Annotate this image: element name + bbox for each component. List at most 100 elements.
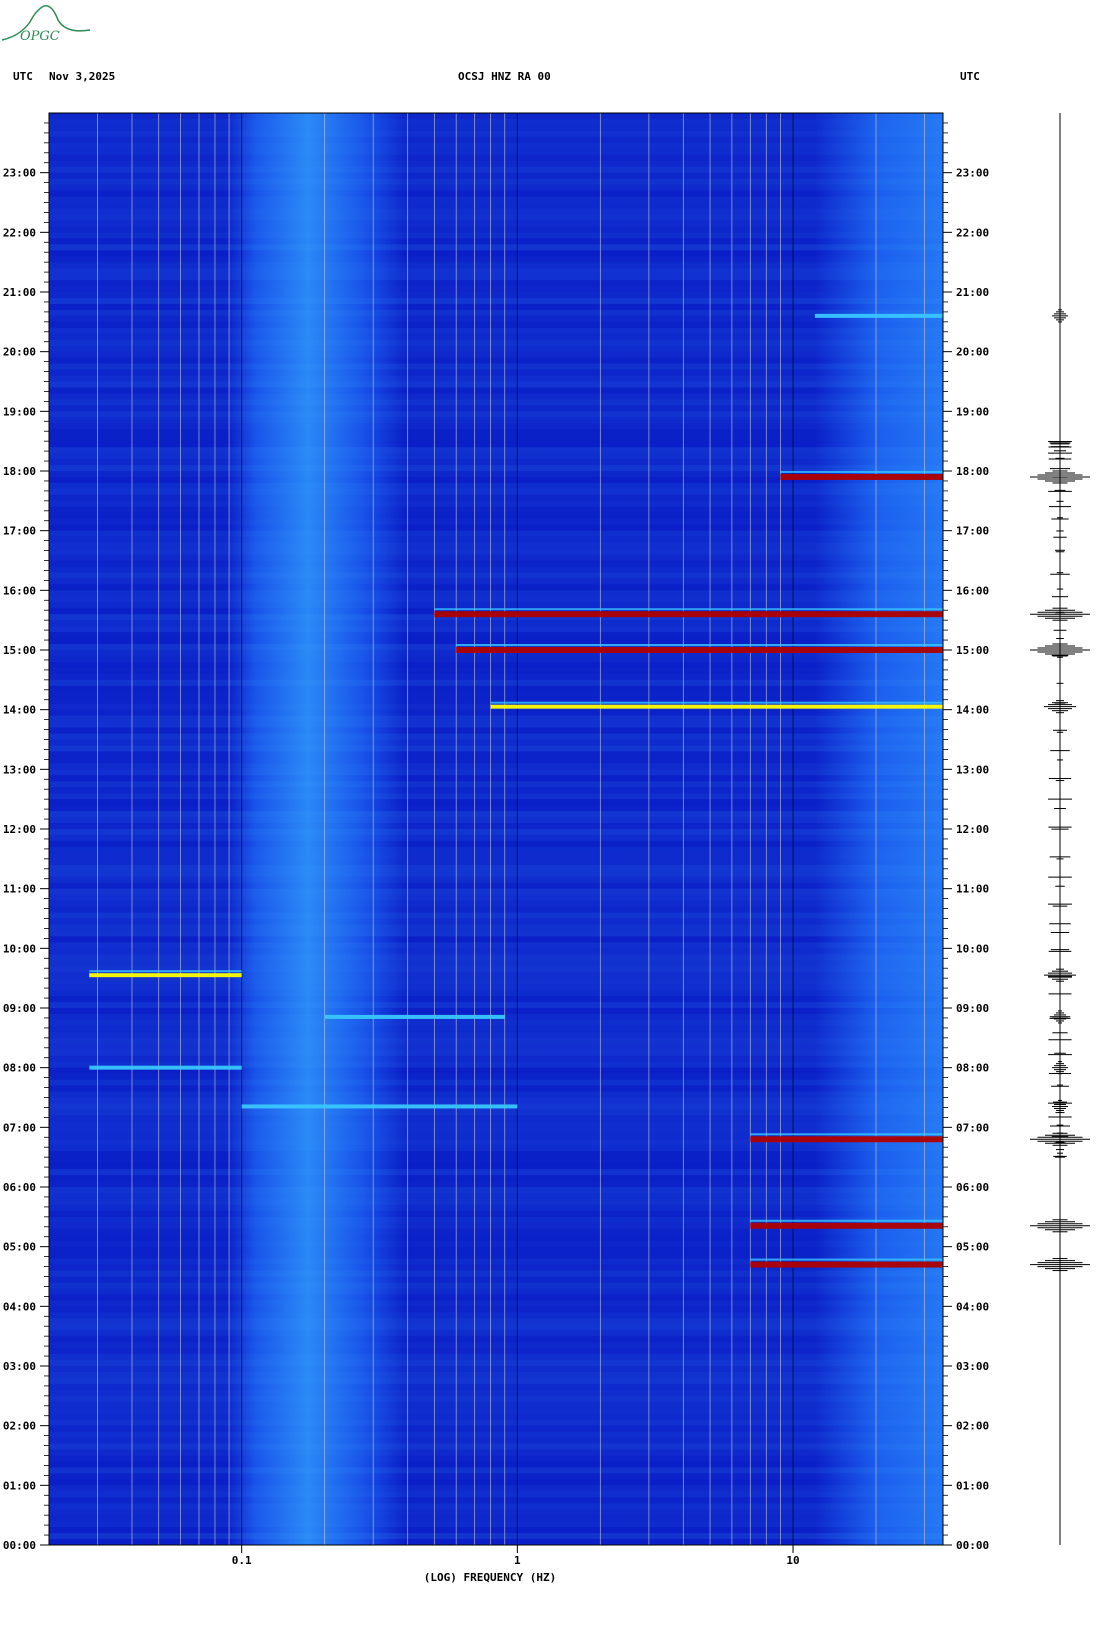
y-tick-label-right: 18:00 (956, 465, 989, 478)
texture-row (49, 488, 943, 495)
texture-row (49, 1204, 943, 1211)
texture-row (49, 214, 943, 221)
texture-row (49, 662, 943, 668)
texture-row (49, 417, 943, 424)
texture-row (49, 1360, 943, 1366)
y-tick-label-left: 08:00 (3, 1062, 36, 1075)
texture-row (49, 1049, 943, 1056)
texture-row (49, 1127, 943, 1134)
texture-row (49, 232, 943, 239)
texture-row (49, 1479, 943, 1485)
y-tick-label-left: 11:00 (3, 883, 36, 896)
texture-row (49, 1145, 943, 1152)
texture-row (49, 142, 943, 149)
texture-row (49, 733, 943, 740)
texture-row (49, 1312, 943, 1319)
texture-row (49, 870, 943, 877)
texture-row (49, 1485, 943, 1492)
y-tick-label-right: 09:00 (956, 1002, 989, 1015)
texture-row (49, 745, 943, 752)
y-tick-label-left: 21:00 (3, 286, 36, 299)
texture-row (49, 883, 943, 889)
texture-row (49, 1247, 943, 1253)
texture-row (49, 686, 943, 692)
texture-row (49, 584, 943, 590)
texture-row (49, 309, 943, 316)
texture-row (49, 787, 943, 794)
y-tick-label-left: 01:00 (3, 1479, 36, 1492)
event-band (750, 1222, 943, 1229)
texture-row (49, 459, 943, 466)
texture-row (49, 805, 943, 811)
texture-row (49, 184, 943, 191)
texture-row (49, 178, 943, 185)
texture-row (49, 1055, 943, 1062)
texture-row (49, 1515, 943, 1522)
texture-row (49, 387, 943, 393)
y-tick-label-right: 08:00 (956, 1062, 989, 1075)
event-band (456, 647, 943, 653)
event-band (490, 704, 943, 709)
texture-row (49, 238, 943, 244)
event-halo (750, 1258, 943, 1261)
y-tick-label-left: 07:00 (3, 1121, 36, 1134)
texture-row (49, 1437, 943, 1444)
y-tick-label-left: 02:00 (3, 1420, 36, 1433)
texture-row (49, 858, 943, 865)
texture-row (49, 256, 943, 263)
y-tick-label-left: 20:00 (3, 346, 36, 359)
y-tick-label-left: 16:00 (3, 584, 36, 597)
texture-row (49, 250, 943, 256)
y-tick-label-left: 15:00 (3, 644, 36, 657)
texture-row (49, 1431, 943, 1438)
y-tick-label-left: 09:00 (3, 1002, 36, 1015)
event-band (324, 1014, 505, 1019)
y-tick-label-left: 00:00 (3, 1539, 36, 1552)
texture-row (49, 1288, 943, 1295)
texture-row (49, 632, 943, 638)
texture-row (49, 566, 943, 573)
y-tick-label-right: 23:00 (956, 167, 989, 180)
texture-row (49, 351, 943, 358)
texture-row (49, 1037, 943, 1044)
texture-row (49, 673, 943, 680)
texture-row (49, 405, 943, 412)
texture-row (49, 781, 943, 788)
texture-row (49, 399, 943, 406)
y-tick-label-right: 00:00 (956, 1539, 989, 1552)
texture-row (49, 1211, 943, 1217)
texture-row (49, 339, 943, 346)
texture-row (49, 1240, 943, 1247)
texture-row (49, 668, 943, 674)
texture-row (49, 286, 943, 292)
plot-area (49, 113, 943, 1545)
texture-row (49, 829, 943, 835)
texture-row (49, 1473, 943, 1479)
event-band (241, 1104, 518, 1109)
texture-row (49, 118, 943, 125)
texture-row (49, 130, 943, 137)
seismogram-trace (1030, 113, 1090, 1545)
texture-row (49, 888, 943, 895)
texture-row (49, 590, 943, 597)
texture-row (49, 423, 943, 430)
texture-row (49, 1074, 943, 1080)
texture-row (49, 960, 943, 967)
texture-row (49, 226, 943, 233)
texture-row (49, 453, 943, 460)
y-tick-label-right: 07:00 (956, 1121, 989, 1134)
texture-row (49, 1366, 943, 1372)
y-tick-label-right: 02:00 (956, 1420, 989, 1433)
spectrogram-chart: 00:00 00:00 01:00 01:00 02:00 02:00 03:00 03:00… (3, 112, 1090, 1584)
texture-row (49, 1097, 943, 1104)
event-halo (89, 970, 242, 973)
texture-row (49, 1091, 943, 1098)
texture-row (49, 1157, 943, 1163)
texture-row (49, 978, 943, 985)
texture-row (49, 715, 943, 722)
texture-row (49, 513, 943, 519)
y-tick-label-right: 12:00 (956, 823, 989, 836)
texture-row (49, 954, 943, 961)
texture-row (49, 435, 943, 441)
texture-row (49, 429, 943, 435)
